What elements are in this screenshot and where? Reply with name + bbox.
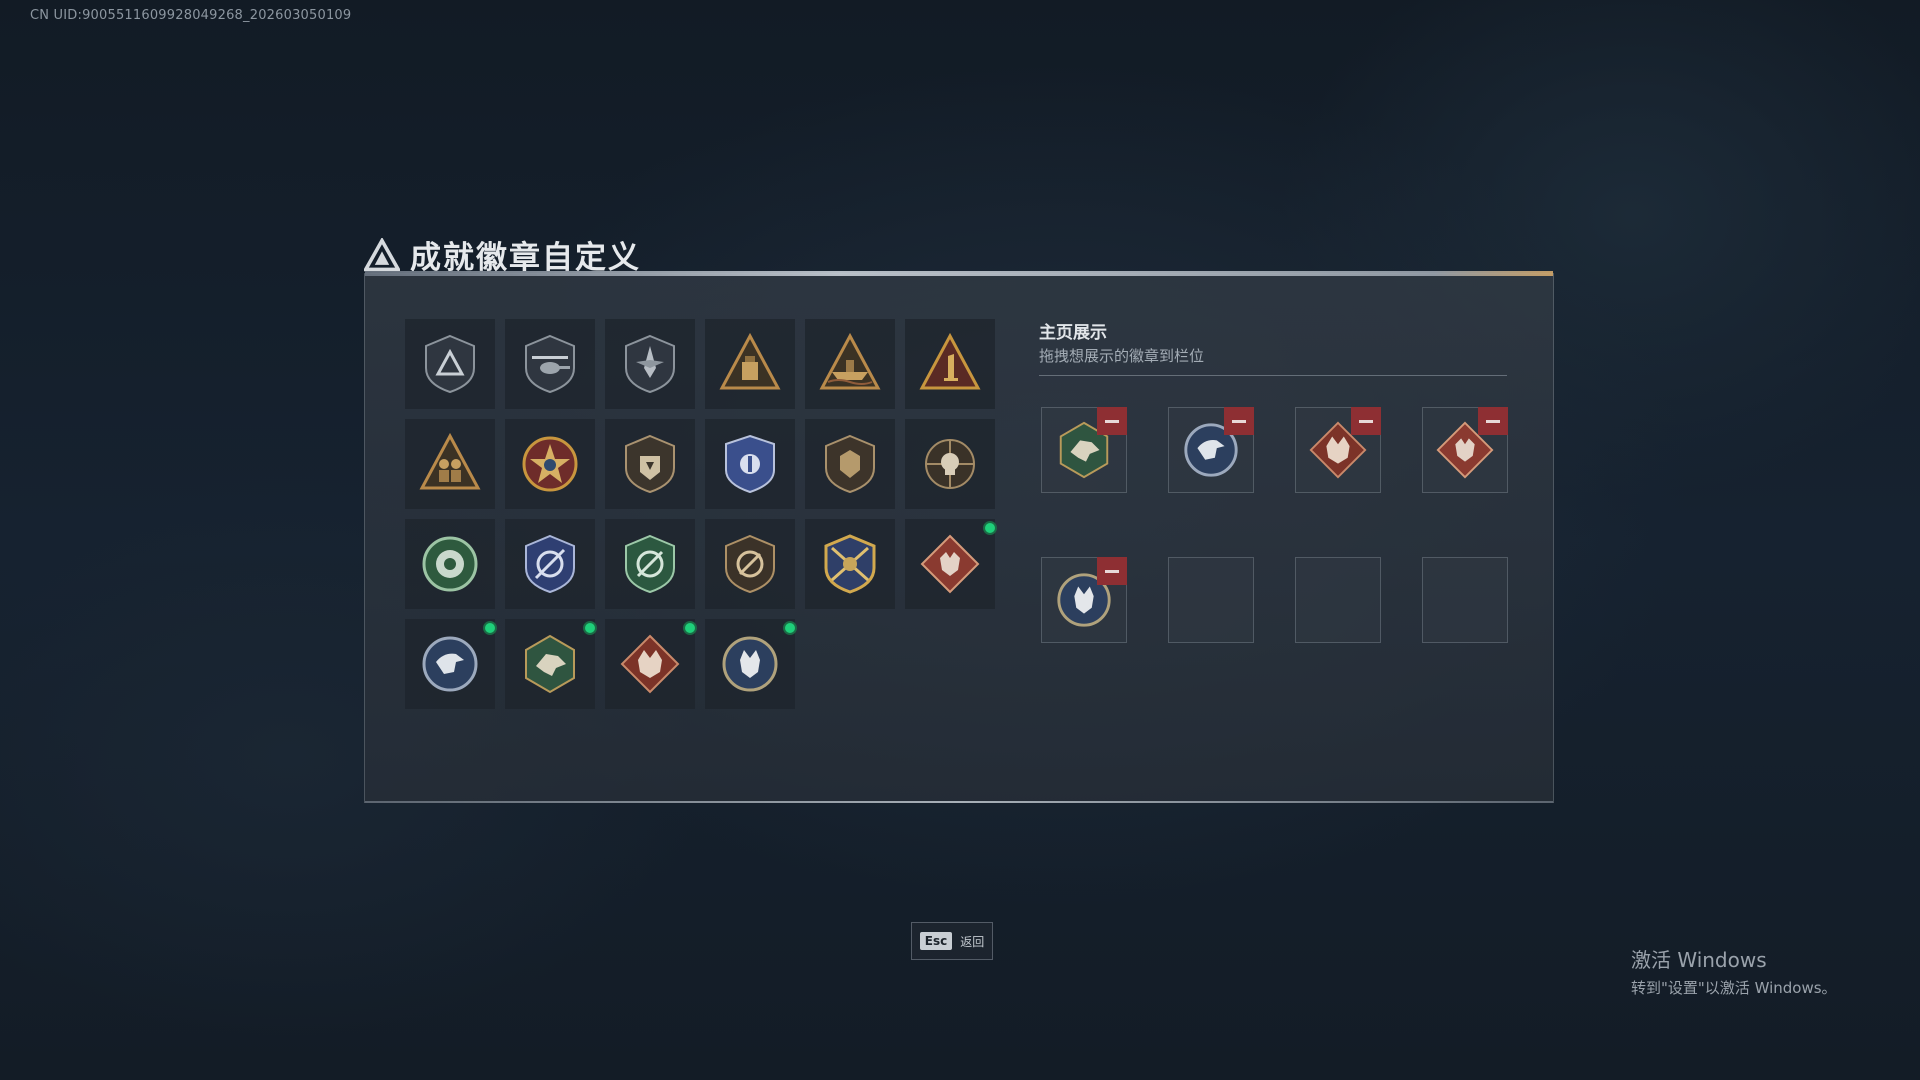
minus-icon [1232,419,1246,423]
showcase-slot-6[interactable] [1168,557,1254,643]
back-button[interactable]: Esc 返回 [911,922,993,960]
badge-green-crosshair-crest[interactable] [605,519,695,609]
lion-shield-icon [825,434,875,494]
tower-triangle-icon [719,332,781,390]
badge-shield-triangle[interactable] [405,319,495,409]
badge-ship-triangle[interactable] [805,319,895,409]
badge-eagle-round[interactable] [405,619,497,709]
blue-wings-crest-icon [525,534,575,594]
green-crosshair-crest-icon [625,534,675,594]
badge-fist-shield[interactable] [605,419,695,509]
badge-jet-shield[interactable] [605,319,695,409]
showcase-slot-8[interactable] [1422,557,1508,643]
badge-gold-rifles-crest[interactable] [805,519,895,609]
badge-blue-wings-crest[interactable] [505,519,595,609]
fist-shield-icon [625,434,675,494]
badge-skull-crosshair[interactable] [905,419,995,509]
badge-blue-crest[interactable] [705,419,795,509]
ship-triangle-icon [819,332,881,390]
badge-dragon-hexagon[interactable] [505,619,597,709]
esc-key-hint: Esc [919,932,953,950]
minus-icon [1359,419,1373,423]
remove-badge-button[interactable] [1478,407,1508,435]
dragon-hexagon-icon [525,634,575,694]
helicopter-shield-icon [525,334,575,394]
minus-icon [1486,419,1500,423]
blue-crest-icon [725,434,775,494]
remove-badge-button[interactable] [1097,407,1127,435]
badge-helicopter-shield[interactable] [505,319,595,409]
showcase-slot-4[interactable] [1422,407,1508,493]
wolf-round-icon [722,636,778,692]
minus-icon [1105,419,1119,423]
jet-shield-icon [625,334,675,394]
showcase-slot-2[interactable] [1168,407,1254,493]
soldiers-triangle-icon [419,432,481,490]
badge-star-medal[interactable] [505,419,595,509]
badge-rifle-shield[interactable] [705,519,795,609]
tank-round-icon [422,536,478,592]
showcase-subtitle: 拖拽想展示的徽章到栏位 [1039,347,1205,365]
badge-wolf-red[interactable] [605,619,697,709]
showcase-slots [1041,407,1508,643]
panel-top-border [365,271,1553,276]
new-indicator-dot [483,621,497,635]
eagle-round-icon [422,636,478,692]
gold-rifles-crest-icon [824,534,876,594]
remove-badge-button[interactable] [1224,407,1254,435]
wolf-red-icon [620,634,680,694]
showcase-slot-3[interactable] [1295,407,1381,493]
badge-tank-round[interactable] [405,519,495,609]
showcase-divider [1039,375,1507,376]
new-indicator-dot [983,521,997,535]
showcase-slot-5[interactable] [1041,557,1127,643]
red-wolf-diamond-icon [920,534,980,594]
new-indicator-dot [683,621,697,635]
star-medal-icon [522,436,578,492]
new-indicator-dot [583,621,597,635]
watermark-line-2: 转到"设置"以激活 Windows。 [1631,979,1837,997]
uid-label: CN UID:9005511609928049268_202603050109 [30,8,352,23]
new-indicator-dot [783,621,797,635]
rifle-shield-icon [725,534,775,594]
badge-grid [405,319,997,709]
showcase-slot-7[interactable] [1295,557,1381,643]
triangle-emblem-icon [364,237,400,271]
watermark-line-1: 激活 Windows [1631,948,1767,972]
windows-activation-watermark: 激活 Windows 转到"设置"以激活 Windows。 [1631,944,1837,998]
showcase-slot-1[interactable] [1041,407,1127,493]
skull-crosshair-icon [925,439,975,489]
remove-badge-button[interactable] [1097,557,1127,585]
panel-bottom-border [365,801,1553,803]
badge-soldiers-triangle[interactable] [405,419,495,509]
remove-badge-button[interactable] [1351,407,1381,435]
back-label: 返回 [960,934,985,949]
badge-wolf-round[interactable] [705,619,797,709]
showcase-title: 主页展示 [1039,323,1107,343]
badge-tower-triangle[interactable] [705,319,795,409]
minus-icon [1105,569,1119,573]
badge-customize-panel: 主页展示 拖拽想展示的徽章到栏位 [364,271,1554,803]
badge-red-wolf-diamond[interactable] [905,519,997,609]
badge-lion-shield[interactable] [805,419,895,509]
shield-triangle-icon [425,334,475,394]
number-one-triangle-icon [919,332,981,390]
badge-number-one-triangle[interactable] [905,319,995,409]
